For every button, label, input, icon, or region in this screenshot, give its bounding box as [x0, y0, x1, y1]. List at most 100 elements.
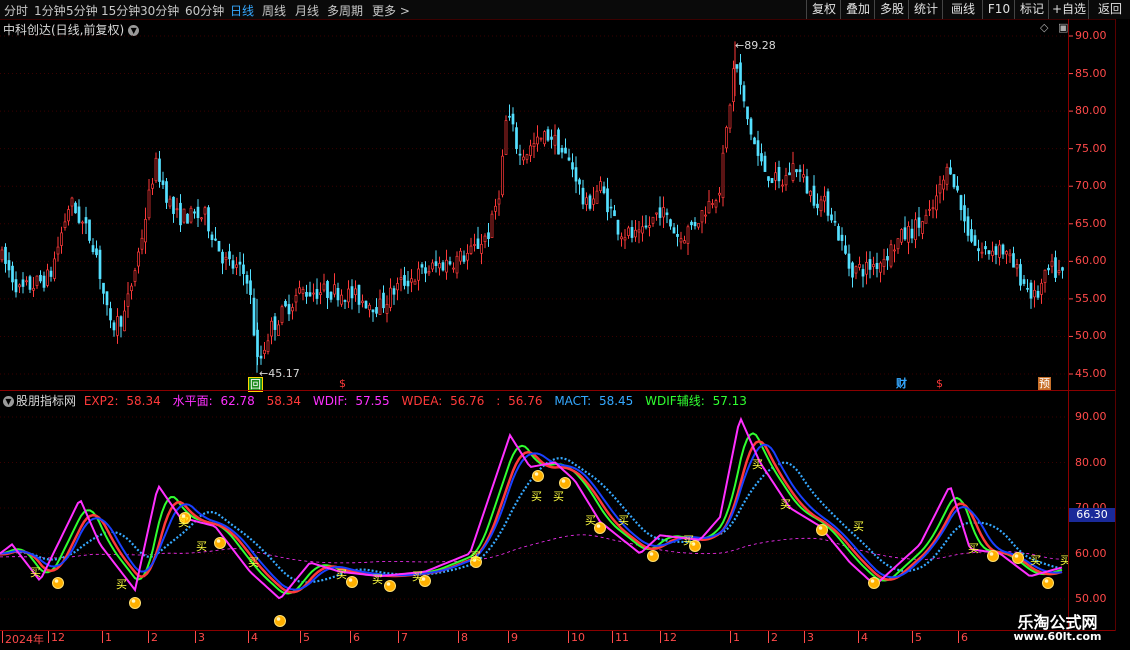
candle-body — [781, 184, 784, 187]
candle-body — [917, 217, 921, 228]
candle-body — [567, 157, 571, 161]
candle-body — [294, 295, 298, 303]
overlay-button[interactable]: 叠加 — [840, 0, 875, 19]
candle-body — [459, 250, 462, 262]
candle-body — [795, 169, 798, 173]
x-axis-tick — [48, 631, 49, 643]
buy-signal-dot — [214, 537, 226, 549]
buy-signal-label: 买 — [968, 542, 979, 555]
period-tab-fenshi[interactable]: 分时 — [4, 2, 28, 19]
buy-signal-label: 买 — [178, 516, 189, 529]
candlestick-chart[interactable] — [0, 19, 1115, 391]
candle-body — [952, 174, 956, 188]
candle-body — [1019, 264, 1022, 286]
f10-button[interactable]: F10 — [982, 0, 1015, 19]
ind-y-tick-label: 80.00 — [1075, 455, 1107, 469]
x-axis-label: 3 — [198, 631, 205, 644]
period-tab-weekly[interactable]: 周线 — [262, 2, 286, 19]
x-axis-label: 4 — [861, 631, 868, 644]
multi-stock-button[interactable]: 多股 — [874, 0, 909, 19]
period-tab-30min[interactable]: 30分钟 — [140, 2, 179, 19]
legend-wdif: WDIF: 57.55 — [312, 394, 390, 408]
x-axis-label: 2024年 — [5, 633, 44, 646]
candle-body — [581, 187, 585, 205]
chevron-down-icon[interactable]: ▼ — [3, 396, 14, 407]
candle-body — [1040, 282, 1043, 295]
candle-body — [812, 185, 816, 206]
buy-signal-label: 买 — [618, 514, 629, 527]
yu-marker[interactable]: 预 — [1038, 377, 1051, 390]
add-watchlist-button[interactable]: +自选 — [1048, 0, 1089, 19]
buy-signal-label: 买 — [853, 520, 864, 533]
period-tab-daily[interactable]: 日线 — [230, 2, 254, 19]
candle-body — [994, 246, 998, 255]
statistics-button[interactable]: 统计 — [908, 0, 943, 19]
indicator-chart[interactable]: 买买买买买买买买买买 买买 买买买买买买买买 — [0, 408, 1068, 630]
candle-body — [609, 206, 613, 209]
candle-body — [1022, 279, 1026, 284]
candle-body — [970, 229, 973, 242]
candle-body — [21, 279, 25, 287]
candle-body — [361, 300, 364, 304]
candle-body — [602, 186, 606, 194]
candle-body — [392, 288, 396, 295]
candle-body — [651, 216, 655, 224]
candle-body — [966, 216, 970, 236]
dollar-marker-1[interactable]: $ — [339, 377, 346, 390]
candle-body — [382, 292, 385, 309]
cai-marker[interactable]: 财 — [896, 377, 907, 390]
candle-body — [452, 267, 455, 270]
low-price-label: ←45.17 — [259, 367, 300, 380]
fuquan-button[interactable]: 复权 — [806, 0, 841, 19]
candle-body — [585, 197, 588, 205]
mark-button[interactable]: 标记 — [1014, 0, 1049, 19]
candle-body — [599, 181, 602, 191]
candle-body — [4, 246, 7, 264]
x-axis-tick — [660, 631, 661, 643]
candle-body — [25, 280, 28, 283]
candle-body — [119, 316, 123, 327]
candle-body — [854, 266, 858, 274]
y-tick-label: 45.00 — [1075, 367, 1107, 380]
x-axis-tick — [300, 631, 301, 643]
candle-body — [697, 223, 700, 228]
dollar-marker-2[interactable]: $ — [936, 377, 943, 390]
period-tab-60min[interactable]: 60分钟 — [185, 2, 224, 19]
candle-body — [550, 136, 553, 140]
candle-body — [515, 127, 518, 150]
candle-body — [896, 238, 900, 250]
candle-body — [508, 115, 511, 118]
candle-body — [469, 245, 473, 254]
candle-body — [718, 192, 721, 196]
candle-body — [805, 176, 809, 194]
candle-body — [406, 280, 410, 287]
candle-body — [574, 167, 578, 182]
candle-body — [725, 127, 728, 149]
period-tab-monthly[interactable]: 月线 — [295, 2, 319, 19]
candle-body — [322, 283, 326, 291]
candle-body — [641, 226, 644, 234]
period-tab-1min[interactable]: 1分钟 — [34, 2, 66, 19]
x-axis-tick — [2, 631, 3, 643]
candle-body — [648, 225, 651, 228]
candle-body — [501, 155, 504, 196]
side-panel-strip[interactable] — [1115, 19, 1130, 631]
candle-body — [865, 261, 868, 275]
candle-body — [32, 287, 35, 291]
draw-line-button[interactable]: 画线 — [942, 0, 983, 19]
candle-body — [872, 264, 875, 268]
x-axis-tick — [508, 631, 509, 643]
candle-body — [1001, 244, 1005, 255]
period-tab-15min[interactable]: 15分钟 — [101, 2, 140, 19]
period-tab-multi[interactable]: 多周期 — [327, 2, 363, 19]
candle-body — [529, 145, 532, 156]
candle-body — [193, 211, 196, 214]
period-tab-5min[interactable]: 5分钟 — [66, 2, 98, 19]
period-tab-more[interactable]: 更多 > — [372, 2, 410, 19]
candle-body — [886, 256, 889, 261]
back-button[interactable]: 返回 — [1088, 0, 1130, 19]
candle-body — [735, 64, 739, 69]
candle-body — [819, 199, 823, 212]
candle-body — [935, 195, 938, 211]
candle-body — [746, 106, 749, 120]
